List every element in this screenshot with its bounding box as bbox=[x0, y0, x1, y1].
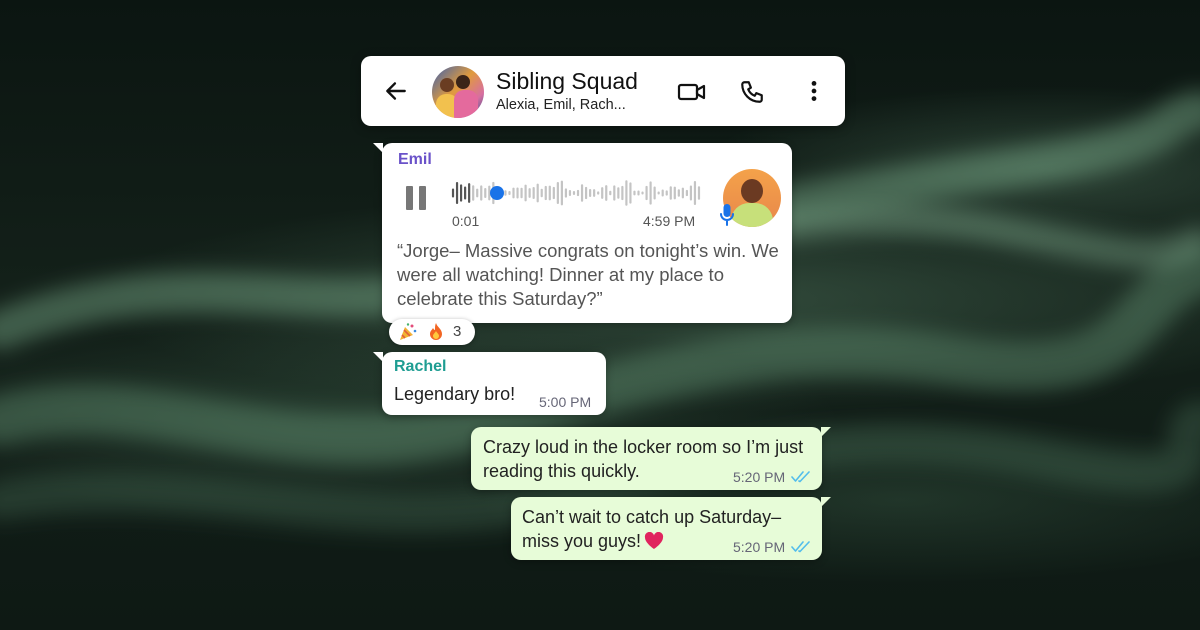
fire-icon bbox=[430, 323, 442, 340]
waveform-bar bbox=[451, 188, 455, 198]
group-avatar[interactable] bbox=[432, 66, 484, 118]
chat-header: Sibling Squad Alexia, Emil, Rach... bbox=[361, 56, 845, 126]
playhead bbox=[490, 186, 504, 200]
outgoing-message: Can’t wait to catch up Saturday– miss yo… bbox=[511, 497, 831, 560]
waveform-bar bbox=[697, 186, 701, 200]
waveform-bar bbox=[617, 187, 620, 199]
read-receipt-icon bbox=[791, 541, 810, 553]
waveform-bar bbox=[564, 188, 568, 198]
waveform-bar bbox=[657, 191, 660, 195]
sender-name: Emil bbox=[398, 151, 432, 168]
waveform-bar bbox=[576, 189, 580, 197]
red-heart-icon bbox=[644, 532, 664, 549]
voice-elapsed-time: 0:01 bbox=[452, 213, 480, 229]
more-options-icon[interactable] bbox=[801, 78, 827, 104]
waveform-bar bbox=[685, 189, 688, 197]
voice-waveform[interactable] bbox=[451, 177, 701, 209]
reactions-badge[interactable]: 3 bbox=[389, 319, 475, 345]
incoming-message: Rachel Legendary bro! 5:00 PM bbox=[373, 352, 606, 415]
message-text: Legendary bro! bbox=[394, 384, 516, 404]
waveform-bar bbox=[572, 190, 576, 196]
chat-participants[interactable]: Alexia, Emil, Rach... bbox=[496, 97, 626, 113]
waveform-bar bbox=[508, 191, 511, 195]
voice-transcript: “Jorge– Massive congrats on tonight’s wi… bbox=[397, 240, 779, 309]
party-popper-icon bbox=[400, 323, 417, 340]
voice-note-message: Emil 0:01 4:59 PM “Jorge– Massive congra… bbox=[373, 143, 792, 323]
message-timestamp: 5:20 PM bbox=[733, 539, 786, 555]
message-timestamp: 5:00 PM bbox=[539, 394, 592, 410]
chat-title[interactable]: Sibling Squad bbox=[496, 68, 638, 95]
waveform-bar bbox=[455, 181, 459, 205]
waveform-bar bbox=[681, 187, 684, 199]
waveform-bar bbox=[641, 191, 644, 195]
waveform-bar bbox=[669, 186, 672, 200]
waveform-bar bbox=[520, 187, 523, 199]
reaction-count: 3 bbox=[453, 323, 462, 340]
video-call-icon[interactable] bbox=[677, 80, 707, 104]
sender-name: Rachel bbox=[394, 358, 447, 375]
waveform-bar bbox=[464, 186, 467, 200]
waveform-bar bbox=[633, 190, 636, 196]
waveform-bar bbox=[693, 181, 697, 205]
waveform-bar bbox=[536, 183, 539, 203]
waveform-bar bbox=[689, 185, 693, 201]
waveform-bar bbox=[516, 187, 519, 199]
waveform-bar bbox=[544, 185, 547, 201]
waveform-bar bbox=[613, 185, 616, 201]
waveform-bar bbox=[512, 187, 515, 199]
waveform-bar bbox=[645, 185, 648, 201]
waveform-bar bbox=[665, 190, 668, 196]
waveform-bar bbox=[552, 186, 555, 200]
waveform-bar bbox=[609, 190, 612, 196]
waveform-bar bbox=[625, 180, 628, 206]
waveform-bar bbox=[601, 187, 604, 199]
waveform-bar bbox=[580, 184, 584, 202]
waveform-bar bbox=[649, 181, 652, 205]
waveform-bar bbox=[568, 189, 572, 197]
waveform-bar bbox=[504, 190, 507, 196]
waveform-bar bbox=[480, 185, 483, 201]
waveform-bar bbox=[540, 188, 543, 198]
waveform-bar bbox=[593, 189, 596, 197]
message-timestamp: 4:59 PM bbox=[643, 213, 696, 229]
waveform-bar bbox=[677, 189, 680, 197]
waveform-bar bbox=[524, 184, 527, 202]
back-arrow-icon[interactable] bbox=[383, 78, 409, 104]
waveform-bar bbox=[621, 185, 624, 201]
waveform-bar bbox=[597, 191, 600, 195]
waveform-bar bbox=[589, 188, 592, 198]
waveform-bar bbox=[548, 185, 551, 201]
waveform-bar bbox=[560, 180, 563, 206]
waveform-bar bbox=[528, 188, 531, 198]
outgoing-message: Crazy loud in the locker room so I’m jus… bbox=[471, 427, 831, 490]
waveform-bar bbox=[661, 189, 664, 197]
waveform-bar bbox=[629, 182, 632, 204]
waveform-bar bbox=[653, 186, 656, 200]
pause-icon[interactable] bbox=[406, 186, 428, 210]
waveform-bar bbox=[637, 190, 640, 196]
microphone-icon bbox=[720, 204, 734, 226]
waveform-bar bbox=[459, 184, 463, 202]
waveform-bar bbox=[468, 183, 471, 203]
waveform-bar bbox=[556, 181, 559, 205]
read-receipt-icon bbox=[791, 471, 810, 483]
waveform-bar bbox=[673, 186, 676, 200]
message-timestamp: 5:20 PM bbox=[733, 469, 786, 485]
waveform-bar bbox=[584, 186, 588, 200]
waveform-bar bbox=[532, 187, 535, 199]
phone-call-icon[interactable] bbox=[739, 79, 765, 105]
waveform-bar bbox=[484, 187, 487, 199]
waveform-bar bbox=[476, 188, 479, 198]
waveform-bar bbox=[472, 185, 475, 201]
waveform-bar bbox=[605, 185, 608, 201]
